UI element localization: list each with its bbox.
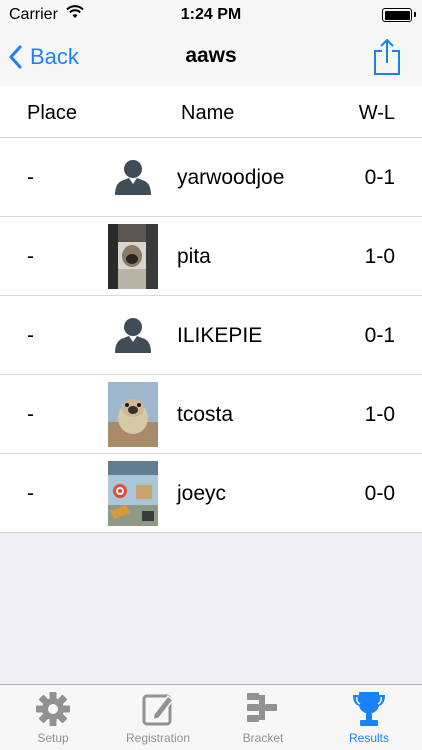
bracket-icon — [247, 693, 277, 722]
tab-setup[interactable]: Setup — [14, 685, 92, 750]
person-icon — [115, 160, 151, 195]
wl-value: 1-0 — [364, 403, 395, 426]
place-value: - — [27, 403, 34, 426]
place-value: - — [27, 245, 34, 268]
player-name: ILIKEPIE — [177, 324, 263, 347]
avatar — [108, 145, 158, 210]
page-title: aaws — [185, 44, 237, 67]
player-photo — [108, 382, 158, 447]
status-time: 1:24 PM — [180, 6, 242, 23]
wl-value: 0-1 — [364, 324, 395, 347]
tab-label: Setup — [37, 731, 69, 745]
player-photo — [108, 461, 158, 526]
battery-icon — [382, 8, 416, 22]
table-row[interactable]: - pita 1-0 — [0, 217, 422, 296]
player-name: joeyc — [177, 482, 227, 505]
trophy-icon — [353, 692, 385, 726]
table-row[interactable]: - joeyc 0-0 — [0, 454, 422, 533]
results-table-header: Place Name W-L — [0, 86, 422, 138]
person-icon — [115, 318, 151, 353]
player-name: tcosta — [177, 403, 234, 426]
share-button[interactable] — [372, 37, 402, 77]
results-list: - yarwoodjoe 0-1 - pita 1-0 - ILIKEPIE 0… — [0, 138, 422, 533]
player-name: pita — [177, 245, 211, 268]
share-icon — [374, 38, 400, 75]
table-row[interactable]: - ILIKEPIE 0-1 — [0, 296, 422, 375]
tab-registration[interactable]: Registration — [112, 685, 204, 750]
edit-icon — [142, 694, 175, 726]
gear-icon — [36, 692, 70, 726]
place-value: - — [27, 482, 34, 505]
wl-value: 0-1 — [364, 166, 395, 189]
table-row[interactable]: - tcosta 1-0 — [0, 375, 422, 454]
name-column-header: Name — [181, 102, 235, 124]
avatar — [108, 224, 158, 289]
status-bar: Carrier 1:24 PM — [0, 0, 422, 30]
navigation-bar: Back aaws — [0, 30, 422, 86]
tab-label: Registration — [125, 731, 191, 745]
wl-column-header: W-L — [358, 102, 395, 124]
avatar — [108, 303, 158, 368]
avatar — [108, 382, 158, 447]
place-column-header: Place — [27, 102, 78, 124]
tab-label: Bracket — [242, 731, 284, 745]
tab-label: Results — [348, 731, 389, 745]
player-photo — [108, 224, 158, 289]
place-value: - — [27, 324, 34, 347]
tab-bar: Setup Registration Bracket Results — [0, 684, 422, 750]
tab-bracket[interactable]: Bracket — [224, 685, 302, 750]
player-name: yarwoodjoe — [177, 166, 285, 189]
table-row[interactable]: - yarwoodjoe 0-1 — [0, 138, 422, 217]
wl-value: 1-0 — [364, 245, 395, 268]
tab-results[interactable]: Results — [330, 685, 408, 750]
place-value: - — [27, 166, 34, 189]
wl-value: 0-0 — [364, 482, 395, 505]
avatar — [108, 461, 158, 526]
